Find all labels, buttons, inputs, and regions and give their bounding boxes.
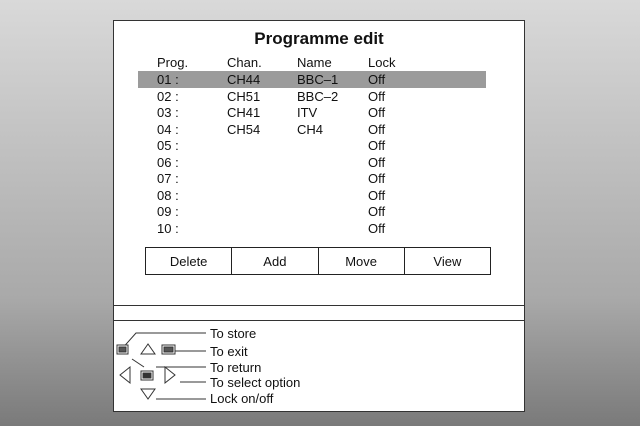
cell-lock: Off <box>368 105 386 120</box>
table-row[interactable]: 09 : Off <box>138 203 486 220</box>
cell-lock: Off <box>368 72 386 87</box>
programme-edit-panel: Programme edit Prog. Chan. Name Lock 01 … <box>113 20 525 412</box>
table-row[interactable]: 08 : Off <box>138 187 486 204</box>
cell-prog: 10 : <box>157 220 179 236</box>
cell-name: CH4 <box>297 121 324 137</box>
cell-chan: CH44 <box>227 72 261 87</box>
help-exit: To exit <box>210 344 248 359</box>
view-button[interactable]: View <box>405 248 490 274</box>
action-buttons: Delete Add Move View <box>145 247 491 275</box>
cell-lock: Off <box>368 88 386 104</box>
cell-lock: Off <box>368 220 386 236</box>
help-return: To return <box>210 360 262 375</box>
column-header-name: Name <box>297 55 332 70</box>
table-row[interactable]: 01 : CH44 BBC–1 Off <box>138 71 486 88</box>
cell-name: BBC–2 <box>297 88 339 104</box>
cell-prog: 09 : <box>157 204 179 219</box>
cell-name: BBC–1 <box>297 72 339 87</box>
delete-button[interactable]: Delete <box>146 248 233 274</box>
divider <box>114 305 524 306</box>
cell-prog: 02 : <box>157 88 179 104</box>
cell-lock: Off <box>368 121 386 137</box>
column-header-lock: Lock <box>368 55 396 70</box>
move-button[interactable]: Move <box>319 248 405 274</box>
help-lock: Lock on/off <box>210 391 274 406</box>
add-button[interactable]: Add <box>232 248 319 274</box>
remote-help: To store To exit To return To select opt… <box>114 321 524 413</box>
cell-prog: 08 : <box>157 187 179 203</box>
cell-chan: CH54 <box>227 121 261 137</box>
help-store: To store <box>210 326 257 341</box>
table-row[interactable]: 06 : Off <box>138 154 486 171</box>
cell-lock: Off <box>368 154 386 170</box>
cell-prog: 04 : <box>157 121 179 137</box>
cell-prog: 06 : <box>157 154 179 170</box>
table-row[interactable]: 10 : Off <box>138 220 486 237</box>
cell-lock: Off <box>368 138 386 153</box>
cell-chan: CH51 <box>227 88 261 104</box>
cell-prog: 01 : <box>157 72 179 87</box>
cell-prog: 07 : <box>157 171 179 186</box>
table-row[interactable]: 07 : Off <box>138 170 486 187</box>
column-header-prog: Prog. <box>157 55 189 70</box>
table-row[interactable]: 04 : CH54 CH4 Off <box>138 121 486 138</box>
column-header-chan: Chan. <box>227 55 262 70</box>
cell-lock: Off <box>368 204 386 219</box>
table-row[interactable]: 02 : CH51 BBC–2 Off <box>138 88 486 105</box>
cell-lock: Off <box>368 187 386 203</box>
cell-lock: Off <box>368 171 386 186</box>
help-select: To select option <box>210 375 301 390</box>
table-row[interactable]: 03 : CH41 ITV Off <box>138 104 486 121</box>
cell-chan: CH41 <box>227 105 261 120</box>
page-title: Programme edit <box>254 29 384 48</box>
cell-prog: 03 : <box>157 105 179 120</box>
table-row[interactable]: 05 : Off <box>138 137 486 154</box>
cell-prog: 05 : <box>157 138 179 153</box>
cell-name: ITV <box>297 105 318 120</box>
